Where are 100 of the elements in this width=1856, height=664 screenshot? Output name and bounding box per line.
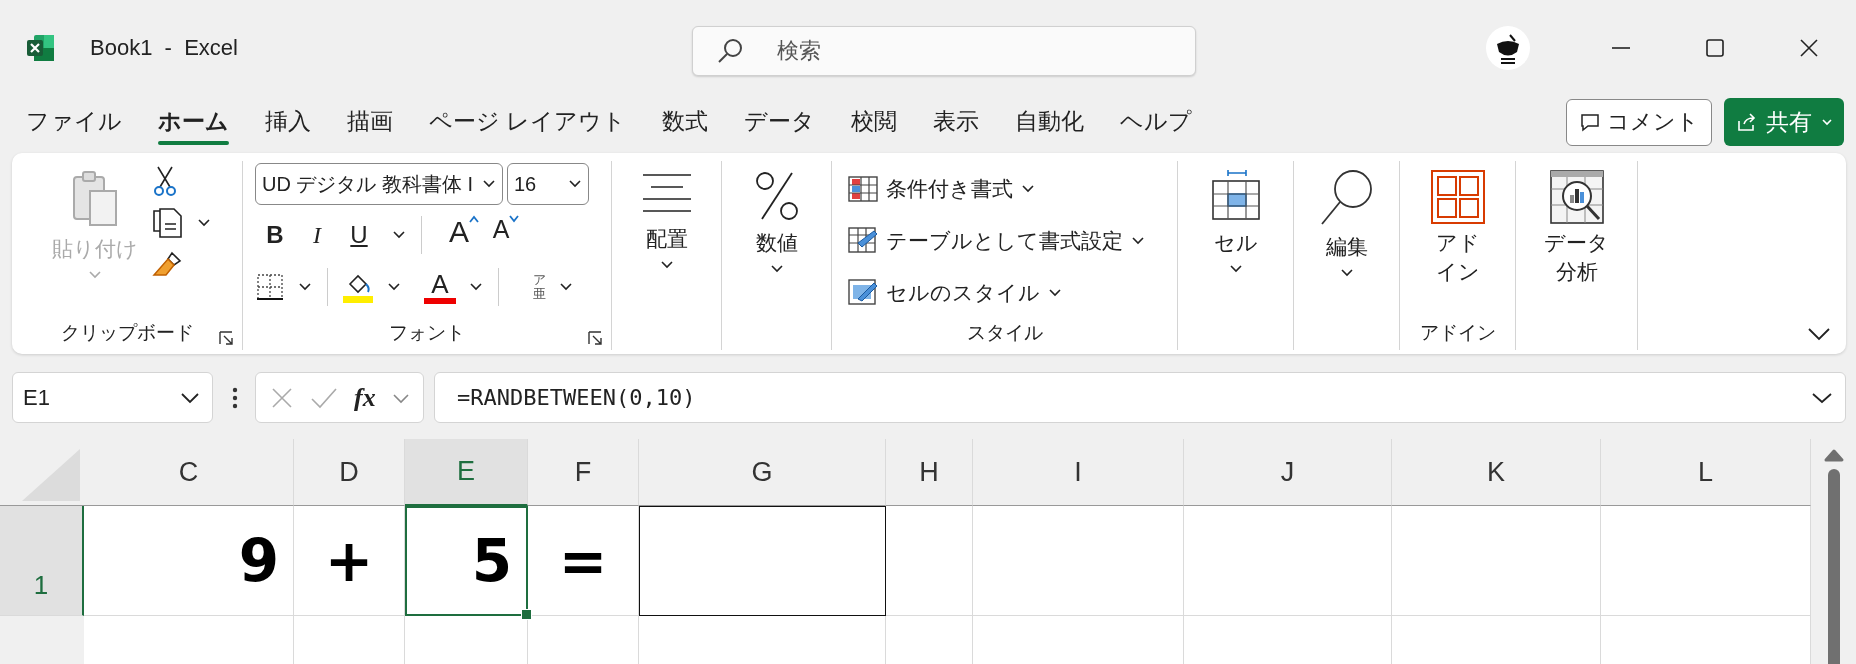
font-name: UD デジタル 教科書体 I: [262, 171, 474, 197]
scrollbar-thumb[interactable]: [1827, 469, 1840, 664]
shrink-font-button[interactable]: A: [486, 215, 526, 255]
ribbon-tab[interactable]: 挿入: [247, 99, 329, 145]
caret-icon: [1021, 183, 1035, 195]
share-button[interactable]: 共有: [1724, 98, 1844, 146]
italic-button[interactable]: I: [297, 215, 337, 255]
search-field[interactable]: 検索: [692, 26, 1196, 76]
cell[interactable]: [639, 506, 886, 616]
clipboard-icon: [70, 169, 120, 229]
column-header[interactable]: I: [973, 439, 1184, 506]
column-header[interactable]: C: [84, 439, 294, 506]
font-color-button[interactable]: A: [424, 270, 456, 304]
number-format-button[interactable]: 数値: [751, 161, 802, 275]
ribbon-tab[interactable]: 自動化: [997, 99, 1103, 145]
expand-caret-icon[interactable]: [1811, 390, 1833, 405]
up-caret-icon: [469, 215, 479, 223]
button-label-line: データ: [1544, 231, 1609, 255]
add-ins-button[interactable]: アド イン: [1429, 161, 1486, 316]
caret-icon[interactable]: [297, 281, 313, 293]
insert-function-button[interactable]: fx: [354, 382, 376, 413]
column-header[interactable]: K: [1392, 439, 1601, 506]
font-size-dropdown[interactable]: 16: [507, 163, 589, 205]
ribbon-tab[interactable]: ファイル: [8, 99, 140, 145]
share-icon: [1736, 111, 1758, 133]
ribbon-tab[interactable]: ページ レイアウト: [411, 99, 645, 145]
caret-icon[interactable]: [196, 217, 212, 229]
cell[interactable]: +: [294, 506, 405, 616]
caret-icon: [1338, 267, 1355, 279]
column-header[interactable]: G: [639, 439, 886, 506]
cells-button[interactable]: セル: [1209, 161, 1262, 275]
cancel-icon[interactable]: [270, 385, 294, 410]
alignment-button[interactable]: 配置: [638, 161, 695, 271]
column-header[interactable]: J: [1184, 439, 1392, 506]
phonetic-guide-button[interactable]: ア亜: [533, 267, 546, 307]
bold-button[interactable]: B: [255, 215, 295, 255]
caret-icon: [1131, 235, 1145, 247]
ribbon-tab[interactable]: ヘルプ: [1102, 99, 1211, 145]
ribbon-tab[interactable]: 数式: [644, 99, 727, 145]
cell-brush-icon: [848, 279, 878, 307]
formula-text: =RANDBETWEEN(0,10): [457, 385, 696, 410]
column-header[interactable]: F: [528, 439, 639, 506]
font-name-dropdown[interactable]: UD デジタル 教科書体 I: [255, 163, 503, 205]
style-menu-button[interactable]: セルのスタイル: [848, 271, 1062, 315]
scissors-icon[interactable]: [152, 165, 178, 197]
name-box[interactable]: E1: [12, 372, 213, 423]
column-header[interactable]: H: [886, 439, 973, 506]
colored-grid-icon: [848, 176, 878, 202]
more-options-icon[interactable]: [231, 385, 239, 410]
excel-logo-icon: [26, 32, 56, 63]
ribbon-tab[interactable]: 校閲: [833, 99, 916, 145]
font-size: 16: [514, 172, 537, 196]
ribbon-tab[interactable]: 描画: [329, 99, 411, 145]
caret-icon: [1048, 287, 1062, 299]
minimize-icon: [1612, 46, 1630, 49]
borders-icon[interactable]: [255, 272, 285, 302]
search-icon: [716, 37, 744, 65]
caret-icon: [1227, 263, 1244, 275]
style-menu-button[interactable]: テーブルとして書式設定: [848, 219, 1145, 263]
button-label-line: イン: [1435, 260, 1480, 284]
editing-button[interactable]: 編集: [1318, 161, 1375, 279]
formula-field[interactable]: =RANDBETWEEN(0,10): [434, 372, 1846, 423]
cell[interactable]: 9: [84, 506, 294, 616]
cell-reference: E1: [23, 384, 50, 411]
caret-icon[interactable]: [391, 229, 407, 241]
fill-handle[interactable]: [521, 609, 532, 620]
collapse-ribbon-icon[interactable]: [1806, 326, 1832, 342]
scroll-up-icon[interactable]: [1822, 447, 1845, 463]
chart-magnifier-icon: [1548, 169, 1605, 225]
group-label: フォント: [389, 321, 465, 345]
cell[interactable]: =: [528, 506, 639, 616]
caret-icon[interactable]: [468, 281, 484, 293]
data-analysis-button[interactable]: データ 分析: [1544, 161, 1609, 350]
style-menu-button[interactable]: 条件付き書式: [848, 167, 1035, 211]
ribbon-tab[interactable]: 表示: [915, 99, 998, 145]
underline-button[interactable]: U: [339, 215, 379, 255]
table-grid-icon: [1209, 169, 1262, 223]
column-header[interactable]: D: [294, 439, 405, 506]
caret-icon: [180, 390, 200, 405]
caret-icon: [768, 263, 785, 275]
avatar-icon[interactable]: [1486, 25, 1530, 70]
caret-icon: [87, 269, 103, 281]
dialog-launcher-icon[interactable]: [218, 330, 234, 346]
caret-icon: [482, 178, 496, 190]
caret-icon[interactable]: [386, 281, 402, 293]
comment-button[interactable]: コメント: [1566, 98, 1712, 146]
paintbrush-icon[interactable]: [152, 249, 184, 279]
magnifier-icon: [1318, 169, 1375, 227]
ribbon-tab[interactable]: ホーム: [140, 99, 247, 145]
column-header[interactable]: E: [405, 439, 528, 506]
group-label: アドイン: [1419, 321, 1496, 345]
row-header[interactable]: 1: [0, 506, 84, 616]
button-label-line: 分析: [1555, 260, 1598, 284]
maximize-icon: [1704, 36, 1726, 59]
caret-icon[interactable]: [558, 281, 574, 293]
column-header[interactable]: L: [1601, 439, 1811, 506]
grow-font-button[interactable]: A: [444, 215, 484, 255]
dialog-launcher-icon[interactable]: [587, 330, 603, 346]
caret-icon: [509, 215, 520, 223]
ribbon-tab[interactable]: データ: [726, 99, 834, 145]
